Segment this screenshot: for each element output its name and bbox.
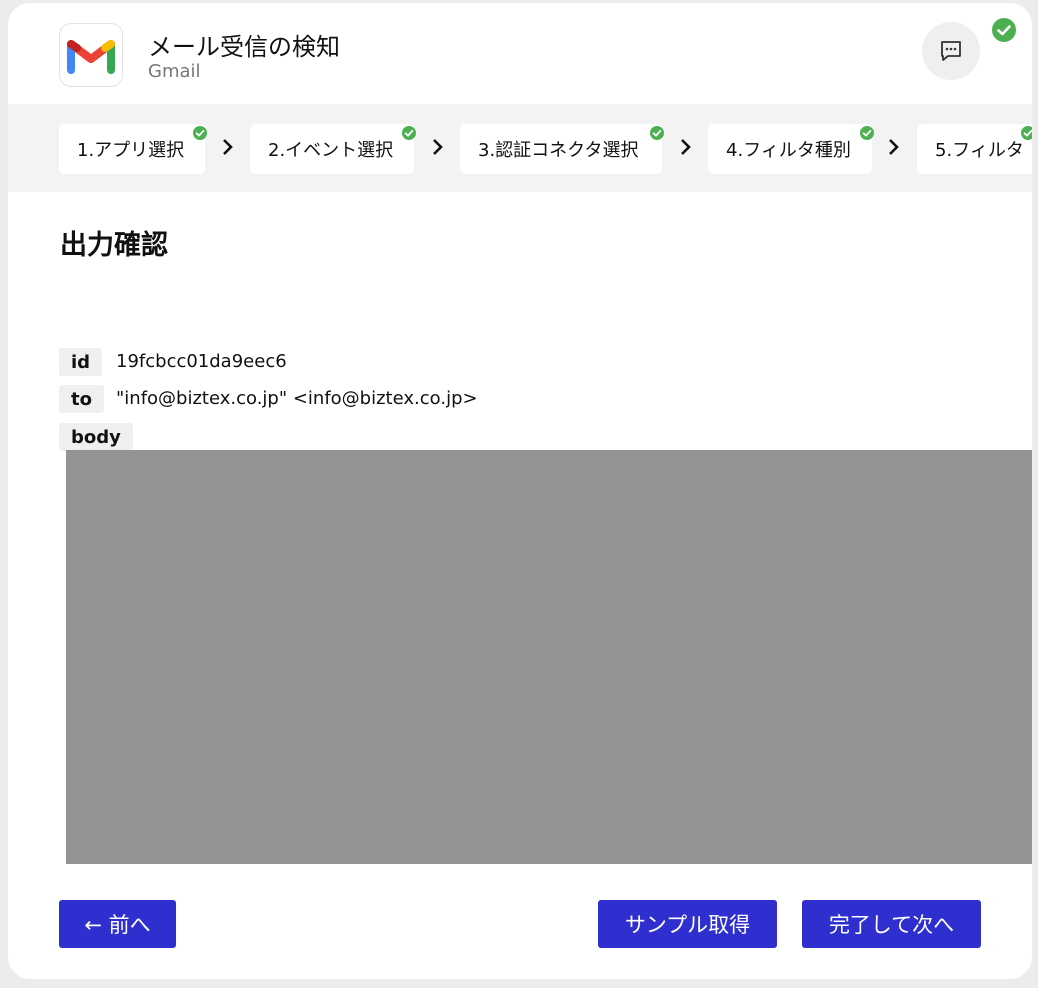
- chevron-right-icon: [433, 139, 443, 155]
- step-4-filter-type[interactable]: 4.フィルタ種別: [708, 124, 874, 174]
- chevron-right-icon: [889, 139, 899, 155]
- chat-bubble-icon: [941, 41, 961, 61]
- get-sample-button[interactable]: サンプル取得: [598, 900, 777, 948]
- step-navigation: 1.アプリ選択 2.イベント選択 3.認証コネクタ選択 4.フィルタ種別 5.フ…: [8, 104, 1032, 192]
- prev-button[interactable]: ← 前へ: [59, 900, 176, 948]
- section-title: 出力確認: [60, 230, 168, 261]
- check-circle-icon: [650, 126, 664, 140]
- step-label: 4.フィルタ種別: [726, 140, 851, 161]
- workflow-card: メール受信の検知 Gmail 1.アプリ選択 2.イベント選択 3.認証コネクタ…: [8, 3, 1032, 979]
- check-circle-icon: [402, 126, 416, 140]
- check-circle-icon: [1021, 126, 1032, 140]
- field-label-to: to: [59, 385, 104, 413]
- chevron-right-icon: [681, 139, 691, 155]
- step-5-filter[interactable]: 5.フィルタ: [917, 124, 1032, 174]
- chat-button[interactable]: [922, 22, 980, 80]
- field-label-id: id: [59, 348, 103, 376]
- step-label: 2.イベント選択: [268, 140, 394, 161]
- check-circle-icon: [193, 126, 207, 140]
- step-1-app-select[interactable]: 1.アプリ選択: [59, 124, 207, 174]
- gmail-app-icon: [59, 23, 123, 87]
- field-value-id: 19fcbcc01da9eec6: [116, 351, 287, 372]
- chevron-right-icon: [223, 139, 233, 155]
- complete-next-button[interactable]: 完了して次へ: [802, 900, 981, 948]
- step-2-event-select[interactable]: 2.イベント選択: [250, 124, 416, 174]
- page-title: メール受信の検知: [148, 33, 340, 61]
- step-label: 3.認証コネクタ選択: [478, 140, 639, 161]
- check-circle-icon: [992, 18, 1016, 42]
- field-label-body: body: [59, 423, 133, 451]
- field-value-to: "info@biztex.co.jp" <info@biztex.co.jp>: [116, 388, 478, 409]
- step-label: 5.フィルタ: [935, 140, 1024, 161]
- step-label: 1.アプリ選択: [77, 140, 185, 161]
- step-3-connector-select[interactable]: 3.認証コネクタ選択: [460, 124, 664, 174]
- app-name: Gmail: [148, 61, 201, 82]
- check-circle-icon: [860, 126, 874, 140]
- body-redacted-area: [66, 450, 1032, 864]
- gmail-logo-icon: [67, 40, 115, 74]
